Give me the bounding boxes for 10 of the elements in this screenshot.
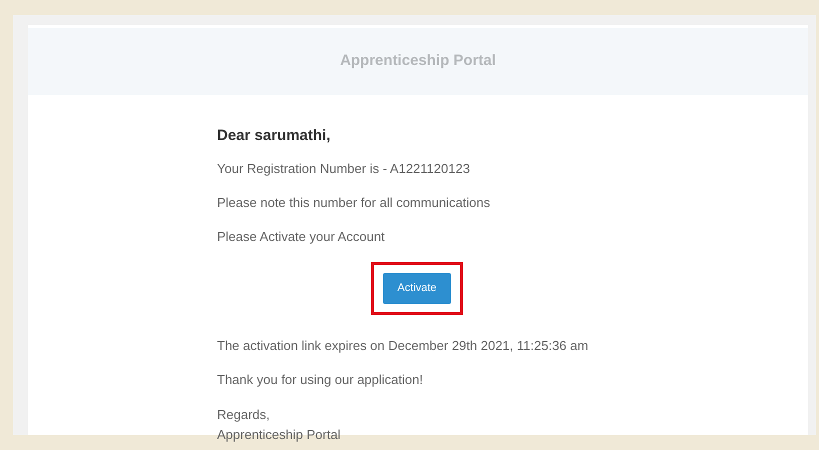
- email-text: The activation link expires on December 29th 2021, 11:25:36 am: [217, 336, 590, 354]
- greeting: Dear sarumathi,: [217, 126, 332, 146]
- activate-button[interactable]: Activate: [383, 272, 451, 304]
- signoff-text: Regards,: [217, 406, 271, 424]
- email-text: Thank you for using our application!: [217, 370, 424, 388]
- email-text: Please note this number for all communications: [217, 194, 492, 212]
- header-title: Apprenticeship Portal: [340, 51, 496, 72]
- signoff-text: Apprenticeship Portal: [217, 426, 342, 444]
- email-text: Please Activate your Account: [217, 228, 386, 246]
- email-text: Your Registration Number is - A1221120123: [217, 160, 471, 178]
